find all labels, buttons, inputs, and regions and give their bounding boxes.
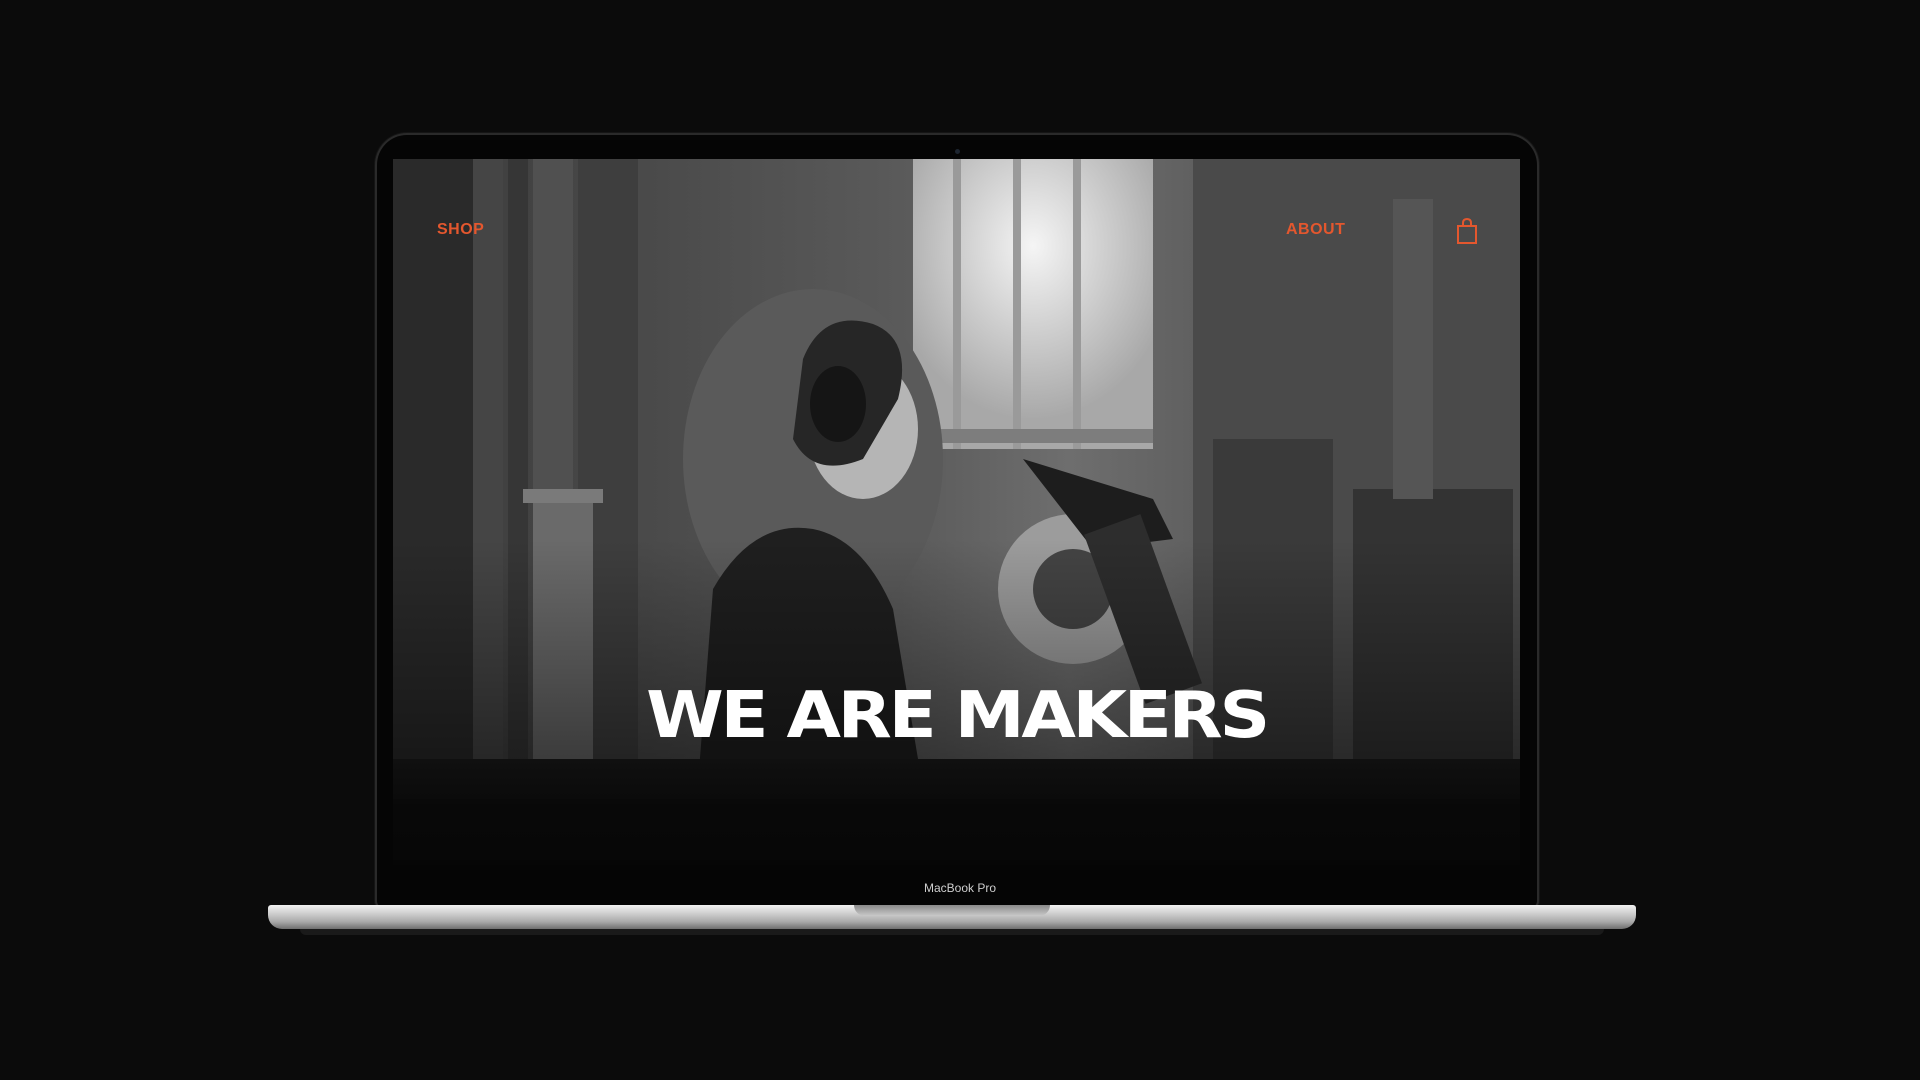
device-model-label: MacBook Pro [923, 881, 997, 895]
shopping-bag-icon[interactable] [1455, 217, 1479, 245]
mockup-stage: SHOP ABOUT WE ARE MAKERS MacBook Pro [0, 0, 1920, 1080]
nav-about-link[interactable]: ABOUT [1286, 221, 1345, 239]
nav-shop-link[interactable]: SHOP [437, 221, 484, 239]
camera-icon [955, 149, 960, 154]
laptop-base-shadow [300, 929, 1604, 935]
website-screen: SHOP ABOUT WE ARE MAKERS [393, 159, 1520, 865]
hero-title: WE ARE MAKERS [646, 679, 1270, 753]
laptop-base-notch [854, 905, 1050, 916]
hero-photo [393, 159, 1520, 865]
